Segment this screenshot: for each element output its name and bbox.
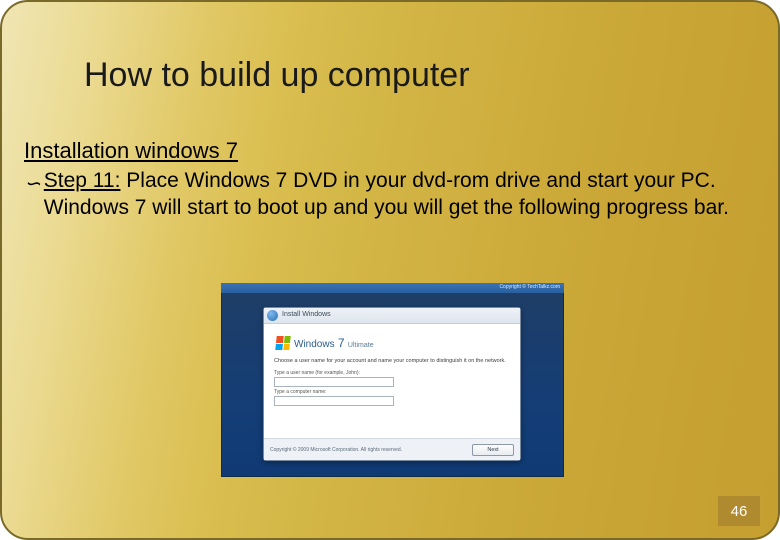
username-label: Type a user name (for example, John): — [274, 370, 510, 376]
step-paragraph: Step 11: Place Windows 7 DVD in your dvd… — [44, 168, 756, 222]
installer-brand: Windows 7 Ultimate — [294, 336, 374, 350]
installer-body: Windows 7 Ultimate Choose a user name fo… — [264, 324, 520, 414]
installer-brand-row: Windows 7 Ultimate — [276, 336, 510, 350]
page-number-badge: 46 — [718, 496, 760, 526]
installer-window: Install Windows Windows 7 Ultimate Choos… — [263, 307, 521, 461]
slide: How to build up computer Installation wi… — [0, 0, 780, 540]
installer-copyright: Copyright © 2009 Microsoft Corporation. … — [270, 447, 402, 453]
computername-label: Type a computer name: — [274, 389, 510, 395]
slide-body: ∽ Step 11: Place Windows 7 DVD in your d… — [24, 168, 756, 222]
brand-edition: Ultimate — [348, 342, 374, 349]
installer-titlebar: Install Windows — [264, 308, 520, 324]
installer-title-text: Install Windows — [282, 311, 331, 318]
computername-field[interactable] — [274, 396, 394, 406]
slide-subtitle: Installation windows 7 — [24, 138, 238, 164]
windows-flag-icon — [275, 336, 290, 350]
next-button[interactable]: Next — [472, 444, 514, 456]
embedded-screenshot: Copyright © TechTalkz.com Install Window… — [221, 283, 564, 477]
brand-num: 7 — [335, 336, 348, 350]
installer-footer: Copyright © 2009 Microsoft Corporation. … — [264, 438, 520, 460]
bullet-icon: ∽ — [24, 172, 38, 198]
username-field[interactable] — [274, 377, 394, 387]
slide-title: How to build up computer — [84, 56, 470, 95]
step-label: Step 11: — [44, 169, 121, 192]
screenshot-credit: Copyright © TechTalkz.com — [221, 283, 564, 293]
step-text: Place Windows 7 DVD in your dvd-rom driv… — [44, 169, 729, 219]
installer-lead-text: Choose a user name for your account and … — [274, 358, 510, 364]
back-icon — [267, 310, 278, 321]
brand-word: Windows — [294, 339, 335, 350]
